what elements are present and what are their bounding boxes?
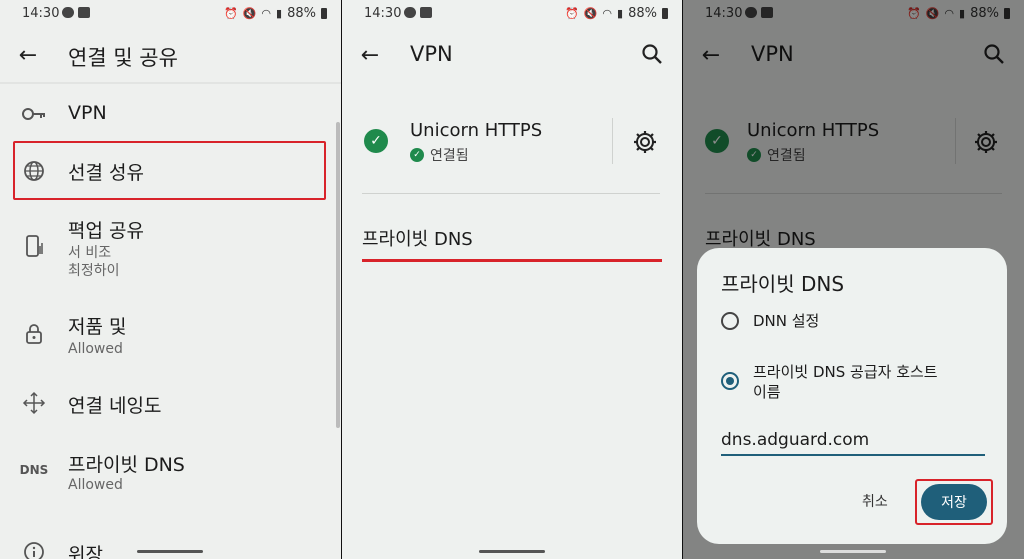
status-bar: 14:30 ⏰ 🔇 ◠ ▮ 88% [342, 0, 682, 28]
wifi-icon: ◠ [602, 7, 613, 20]
key-icon [20, 100, 48, 128]
appbar-divider [0, 82, 341, 84]
settings-item-tethering[interactable]: 펵업 공유 서 비조 최정하이 [0, 216, 341, 279]
settings-item-private-dns[interactable]: DNS 프라이빗 DNS Allowed [0, 448, 341, 496]
mute-icon: 🔇 [583, 7, 598, 20]
alarm-icon: ⏰ [565, 7, 579, 20]
dns-icon: DNS [19, 463, 49, 477]
search-icon[interactable] [640, 42, 668, 70]
mute-icon: 🔇 [242, 7, 257, 20]
image-notification-icon [420, 7, 432, 18]
nav-handle[interactable] [137, 550, 203, 553]
image-notification-icon [78, 7, 90, 18]
scrollbar[interactable] [336, 122, 340, 428]
back-arrow-icon[interactable]: ← [14, 42, 42, 70]
settings-item-label: VPN [68, 102, 107, 124]
battery-icon [321, 8, 327, 19]
option-label: DNN 설정 [753, 312, 820, 330]
signal-icon: ▮ [617, 7, 624, 20]
highlight-box [915, 479, 993, 525]
battery-percent: 88% [628, 6, 657, 21]
private-dns-dialog-screen: 14:30 ⏰ 🔇 ◠ ▮ 88% ← VPN ✓ Unicorn HTTPS … [683, 0, 1024, 559]
settings-item-vpn[interactable]: VPN [0, 96, 341, 132]
info-icon [20, 538, 48, 559]
status-time: 14:30 [364, 6, 402, 21]
highlight-box [13, 141, 326, 200]
highlight-underline [362, 259, 662, 262]
divider [362, 193, 660, 194]
vpn-status-text: 연결됨 [430, 148, 469, 164]
settings-item-preferences[interactable]: 연결 네잉도 [0, 386, 341, 422]
app-bar: ← 연결 및 공유 [0, 32, 341, 80]
nav-handle[interactable] [820, 550, 886, 553]
back-arrow-icon[interactable]: ← [356, 42, 384, 70]
connections-settings-screen: 14:30 ⏰ 🔇 ◠ ▮ 88% ← 연결 및 공유 VPN 선결 성유 펵업… [0, 0, 341, 559]
settings-item-label: 저품 및 [68, 316, 127, 338]
gear-icon[interactable] [632, 129, 658, 155]
phone-signal-icon [20, 232, 48, 260]
settings-item-label: 펵업 공유 [68, 220, 144, 242]
private-dns-dialog: 프라이빗 DNS DNN 설정 프라이빗 DNS 공급자 호스트 이름 취소 저… [697, 248, 1007, 544]
page-title: 연결 및 공유 [68, 46, 178, 70]
signal-icon: ▮ [276, 7, 283, 20]
alarm-icon: ⏰ [224, 7, 238, 20]
nav-handle[interactable] [479, 550, 545, 553]
option-label: 프라이빗 DNS 공급자 호스트 [753, 363, 938, 381]
settings-item-data[interactable]: 저품 및 Allowed [0, 312, 341, 360]
divider [612, 118, 613, 164]
status-bar: 14:30 ⏰ 🔇 ◠ ▮ 88% [0, 0, 341, 28]
settings-item-subtitle: Allowed [68, 341, 123, 357]
settings-item-label: 연결 네잉도 [68, 395, 162, 417]
settings-item-subtitle: Allowed [68, 477, 123, 493]
private-dns-item[interactable]: 프라이빗 DNS [362, 225, 473, 251]
settings-item-subtitle: 서 비조 최정하이 [68, 245, 120, 279]
cancel-button[interactable]: 취소 [862, 491, 888, 511]
vpn-screen: 14:30 ⏰ 🔇 ◠ ▮ 88% ← VPN ✓ Unicorn HTTPS … [342, 0, 682, 559]
battery-percent: 88% [287, 6, 316, 21]
message-notification-icon [62, 7, 74, 18]
hostname-input[interactable] [721, 426, 985, 456]
page-title: VPN [410, 42, 453, 66]
vpn-profile-name: Unicorn HTTPS [410, 120, 543, 141]
option-label: 이름 [753, 383, 781, 401]
settings-item-label: 위장 [68, 544, 103, 559]
app-bar: ← VPN [342, 32, 682, 80]
check-circle-icon: ✓ [364, 129, 388, 153]
radio-button-selected[interactable] [721, 372, 739, 390]
battery-icon [662, 8, 668, 19]
wifi-icon: ◠ [261, 7, 272, 20]
settings-item-location[interactable]: 위장 [0, 536, 341, 559]
check-circle-icon: ✓ [410, 148, 424, 162]
lock-icon [20, 320, 48, 348]
message-notification-icon [404, 7, 416, 18]
status-time: 14:30 [22, 6, 60, 21]
settings-item-label: 프라이빗 DNS [68, 454, 185, 476]
radio-button[interactable] [721, 312, 739, 330]
move-arrows-icon [20, 389, 48, 417]
dialog-title: 프라이빗 DNS [721, 272, 845, 296]
